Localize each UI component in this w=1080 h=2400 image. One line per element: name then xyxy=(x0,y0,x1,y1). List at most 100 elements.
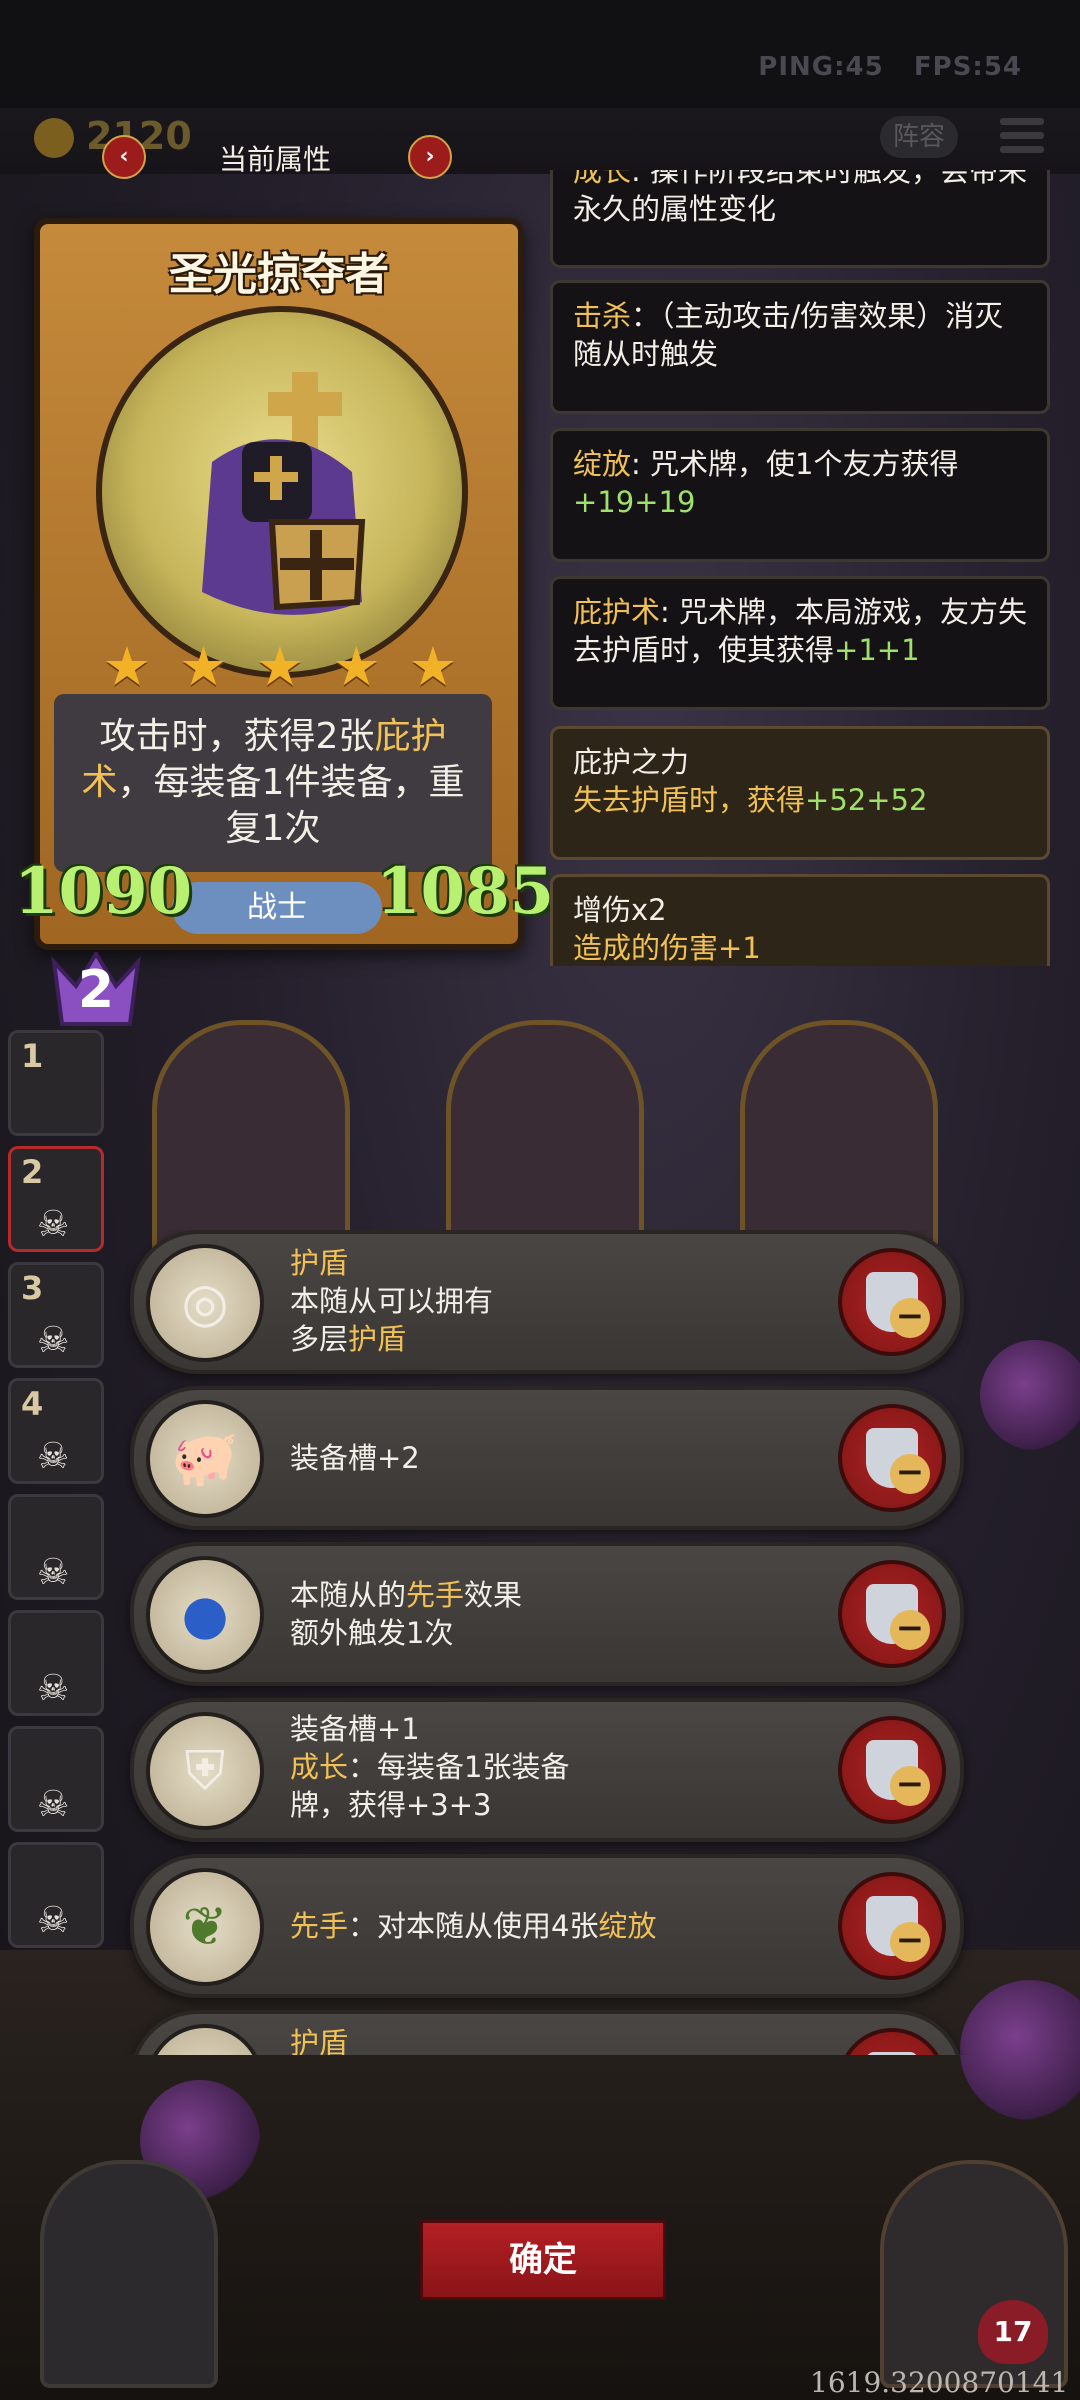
debug-coords: 1619.3200870141 xyxy=(810,2366,1069,2399)
keyword-tooltip-growth: 成长: 操作阶段结束时触发，会带来永久的属性变化 xyxy=(550,170,1050,268)
armor-icon: ⛨ xyxy=(146,1712,264,1830)
desc-part: 攻击时，获得2张 xyxy=(99,716,375,757)
paladin-figure-icon xyxy=(202,372,366,615)
equipment-desc: 护盾 本随从可以拥有 多层护盾 xyxy=(290,1244,810,1358)
equipment-line: 牌，获得+3+3 xyxy=(290,1788,492,1822)
star-rating: ★ ★ ★ ★ ★ xyxy=(100,640,460,694)
confirm-button[interactable]: 确定 xyxy=(420,2220,666,2300)
lineup-slot[interactable]: 1 xyxy=(8,1030,104,1136)
equipment-desc: 本随从的先手效果 额外触发1次 xyxy=(290,1546,810,1682)
minion-card[interactable] xyxy=(152,1020,350,1260)
equipment-title: 护盾 xyxy=(290,1246,349,1280)
star-icon: ★ xyxy=(102,635,152,698)
equipment-line: 额外触发1次 xyxy=(290,1616,454,1650)
equipment-line: 装备槽+2 xyxy=(290,1441,420,1475)
attr-title: 当前属性 xyxy=(218,143,331,176)
keyword-tooltip-kill: 击杀：（主动攻击/伤害效果）消灭随从时触发 xyxy=(550,280,1050,414)
vine-icon: ❦ xyxy=(146,1868,264,1986)
minus-icon: − xyxy=(890,1298,930,1338)
tooltip-text: ：（主动攻击/伤害效果）消灭随从时触发 xyxy=(573,299,1004,371)
lineup-button[interactable]: 阵容 xyxy=(880,116,958,158)
tooltip-key: 庇护术 xyxy=(573,595,661,629)
hero-name: 圣光掠夺者 xyxy=(169,249,389,300)
tooltip-value: +1+1 xyxy=(834,633,920,667)
equipment-line: ：对本随从使用4张 xyxy=(348,1909,599,1943)
orb-icon: ● xyxy=(146,1556,264,1674)
minus-icon: − xyxy=(890,1766,930,1806)
equipment-item-slot2[interactable]: 🐖 装备槽+2 − xyxy=(130,1386,964,1530)
equipment-desc: 装备槽+2 xyxy=(290,1390,810,1526)
equipment-desc: 装备槽+1 成长：每装备1张装备 牌，获得+3+3 xyxy=(290,1710,810,1824)
equipment-keyword: 成长 xyxy=(290,1750,349,1784)
equipment-list[interactable]: ◎ 护盾 本随从可以拥有 多层护盾 − 🐖 装备槽+2 − ● 本随从的先手效果… xyxy=(0,1230,1080,2055)
keyword-tooltip-bloom: 绽放: 咒术牌，使1个友方获得 +19+19 xyxy=(550,428,1050,562)
hero-class-badge: 战士 xyxy=(172,882,382,934)
equipment-line: 装备槽+1 xyxy=(290,1712,420,1746)
slot-number: 2 xyxy=(21,1153,44,1191)
buff-value: +52+52 xyxy=(805,783,928,817)
network-stats: PING:45 FPS:54 xyxy=(758,52,1022,82)
equipment-item-bloom[interactable]: ❦ 先手：对本随从使用4张绽放 − xyxy=(130,1854,964,1998)
prev-attr-button[interactable]: ‹ xyxy=(102,135,146,179)
hero-level: 2 xyxy=(77,960,115,1020)
hero-description-box: 攻击时，获得2张庇护术，每装备1件装备，重复1次 xyxy=(54,694,492,872)
buff-title: 庇护之力 xyxy=(573,745,690,779)
health-value: 1085 xyxy=(376,854,555,929)
equipment-desc: 先手：对本随从使用4张绽放 xyxy=(290,1858,810,1994)
desc-part: ，每装备1件装备，重复1次 xyxy=(117,762,465,849)
buff-line: 造成的伤害+1 xyxy=(573,931,761,965)
remove-equipment-button[interactable]: − xyxy=(838,1716,946,1824)
tooltip-key: 成长 xyxy=(573,170,632,188)
minus-icon: − xyxy=(890,1922,930,1962)
buff-tooltip-damage: 增伤x2 造成的伤害+1 xyxy=(550,874,1050,966)
fps-text: FPS:54 xyxy=(913,52,1022,82)
minion-card[interactable] xyxy=(446,1020,644,1260)
equipment-item-growth[interactable]: ⛨ 装备槽+1 成长：每装备1张装备 牌，获得+3+3 − xyxy=(130,1698,964,1842)
star-icon: ★ xyxy=(255,635,305,698)
equipment-item-first-strike[interactable]: ● 本随从的先手效果 额外触发1次 − xyxy=(130,1542,964,1686)
next-attr-button[interactable]: › xyxy=(408,135,452,179)
equipment-item-shield[interactable]: ◎ 护盾 本随从可以拥有 多层护盾 − xyxy=(130,1230,964,1374)
minion-card[interactable] xyxy=(740,1020,938,1260)
menu-icon[interactable] xyxy=(1000,118,1044,158)
equipment-title: 护盾 xyxy=(290,2026,349,2055)
hero-description: 攻击时，获得2张庇护术，每装备1件装备，重复1次 xyxy=(72,714,474,852)
equipment-keyword: 绽放 xyxy=(598,1909,657,1943)
minus-icon: − xyxy=(890,1454,930,1494)
remove-equipment-button[interactable]: − xyxy=(838,1872,946,1980)
hero-card: 圣光掠夺者 ★ ★ ★ ★ ★ 攻击时，获得2张庇护术，每装备1件装备，重复1次 战士 … xyxy=(14,218,554,950)
equipment-keyword: 先手 xyxy=(406,1578,465,1612)
remove-equipment-button[interactable]: − xyxy=(838,1404,946,1512)
mirror-icon: ◎ xyxy=(146,1244,264,1362)
equipment-keyword: 先手 xyxy=(290,1909,349,1943)
buff-title: 增伤x2 xyxy=(573,893,667,927)
player-health: 17 xyxy=(978,2300,1048,2364)
tooltip-text: : 操作阶段结束时触发，会带来永久的属性变化 xyxy=(573,170,1028,226)
hero-portrait xyxy=(96,306,468,678)
slot-number: 1 xyxy=(21,1037,44,1075)
buff-line: 失去护盾时，获得 xyxy=(573,783,806,817)
remove-equipment-button[interactable]: − xyxy=(838,2028,946,2055)
tooltip-value: +19+19 xyxy=(573,485,696,519)
star-icon: ★ xyxy=(179,635,228,698)
buff-tooltip-shelter-power: 庇护之力 失去护盾时，获得+52+52 xyxy=(550,726,1050,860)
equipment-item-shield-2[interactable]: ✹ 护盾 − xyxy=(130,2010,964,2055)
shield-icon xyxy=(866,2052,918,2055)
equipment-line: 本随从可以拥有 xyxy=(290,1284,494,1318)
star-icon: ★ xyxy=(332,635,381,698)
remove-equipment-button[interactable]: − xyxy=(838,1248,946,1356)
sun-icon: ✹ xyxy=(146,2024,264,2055)
remove-equipment-button[interactable]: − xyxy=(838,1560,946,1668)
shop-table xyxy=(40,2160,218,2388)
equipment-line: 效果 xyxy=(464,1578,523,1612)
coin-icon xyxy=(34,118,74,158)
keyword-tooltip-shelter: 庇护术: 咒术牌，本局游戏，友方失去护盾时，使其获得+1+1 xyxy=(550,576,1050,710)
ping-text: PING:45 xyxy=(758,52,884,82)
equipment-line: 多层 xyxy=(290,1322,349,1356)
equipment-line: 本随从的 xyxy=(290,1578,407,1612)
star-icon: ★ xyxy=(408,635,458,698)
equipment-keyword: 护盾 xyxy=(348,1322,407,1356)
tooltip-key: 击杀 xyxy=(573,299,632,333)
tooltip-key: 绽放 xyxy=(573,447,632,481)
tooltip-text: : 咒术牌，使1个友方获得 xyxy=(631,447,959,481)
